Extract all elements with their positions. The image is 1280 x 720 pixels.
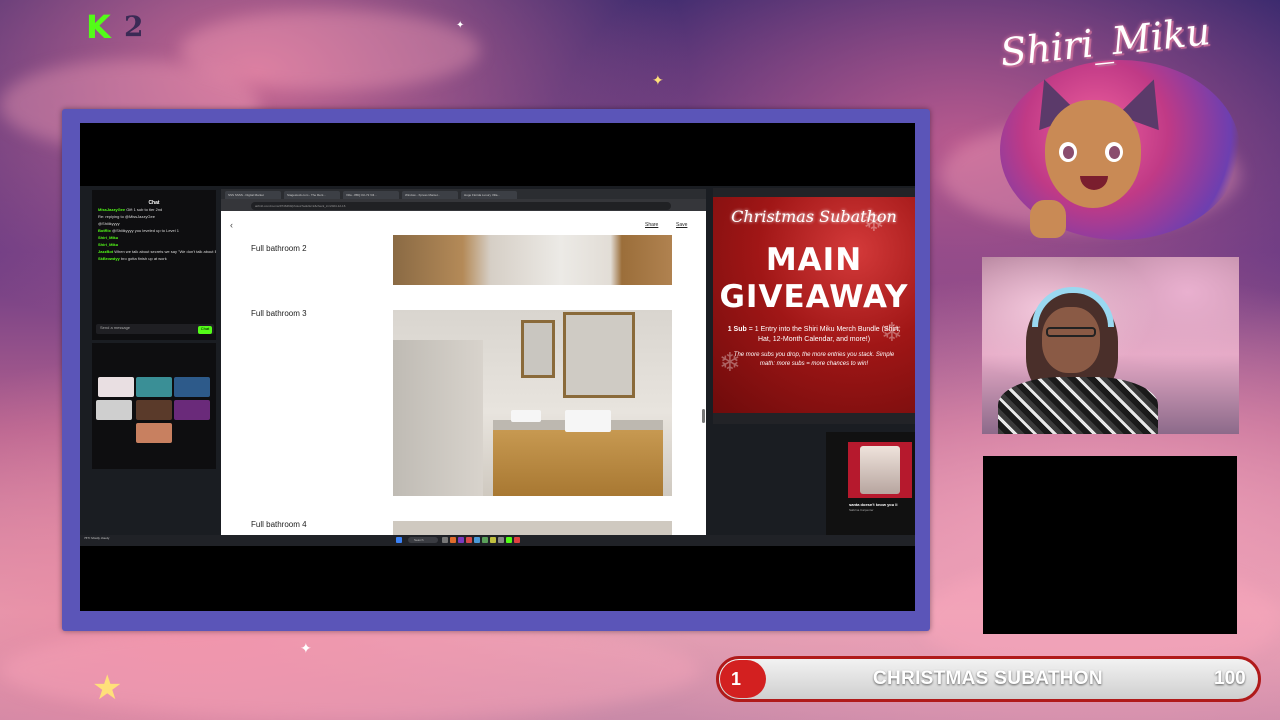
chat-username[interactable]: SkBrowdyy bbox=[98, 256, 120, 261]
chat-panel: Chat MissJazzyGee Gift 1 sub to tier 2nd… bbox=[92, 190, 216, 340]
browser-tab[interactable]: Window - Xpress Mantel... bbox=[402, 191, 458, 199]
star-icon: ✦ bbox=[652, 72, 664, 88]
save-button[interactable]: Save bbox=[676, 222, 687, 228]
chat-username[interactable]: Shiri_Miku bbox=[98, 242, 118, 247]
room-label: Full bathroom 4 bbox=[251, 520, 307, 529]
bathroom-photo[interactable] bbox=[393, 310, 672, 496]
video-thumbnails bbox=[92, 343, 216, 469]
giveaway-panel: ❄ ❄ ❄ Christmas Subathon MAIN GIVEAWAY 1… bbox=[713, 197, 915, 413]
chat-text: @Shiiikyyyy you leveled up to Level 1 bbox=[112, 228, 179, 233]
chat-message: JazzBot When we talk about secrets we sa… bbox=[92, 248, 216, 255]
chat-message: BotRix @Shiiikyyyy you leveled up to Lev… bbox=[92, 227, 216, 234]
thumbnail[interactable] bbox=[136, 423, 172, 443]
subathon-progress-fill bbox=[720, 660, 766, 698]
taskbar-weather[interactable]: 76°F Mostly cloudy bbox=[84, 536, 109, 540]
browser-tab[interactable]: Stagestock.com - The Rent... bbox=[284, 191, 340, 199]
taskbar-app-icon[interactable] bbox=[474, 537, 480, 543]
album-art[interactable] bbox=[848, 442, 912, 498]
star-icon: ★ bbox=[92, 669, 123, 707]
room-label: Full bathroom 2 bbox=[251, 244, 307, 253]
url-field[interactable]: airbnb.com/rooms/9746460/photos?adults=2… bbox=[251, 202, 671, 210]
thumbnail[interactable] bbox=[98, 377, 134, 397]
webcam-feed bbox=[982, 257, 1239, 434]
taskbar-app-icon[interactable] bbox=[450, 537, 456, 543]
giveaway-body-text: = 1 Entry into the Shiri Miku Merch Bund… bbox=[746, 326, 901, 343]
chat-message: Shiri_Miku bbox=[92, 234, 216, 241]
snowflake-icon: ❄ bbox=[863, 207, 885, 237]
taskbar-app-icon[interactable] bbox=[498, 537, 504, 543]
thumbnail[interactable] bbox=[174, 400, 210, 420]
chat-text: @Shiiikyyyy bbox=[98, 221, 120, 226]
bathroom-photo[interactable] bbox=[393, 235, 672, 285]
taskbar-app-icon[interactable] bbox=[506, 537, 512, 543]
taskbar-app-icon[interactable] bbox=[514, 537, 520, 543]
song-title: santa doesn't know you li bbox=[849, 502, 898, 507]
star-icon: ✦ bbox=[456, 20, 465, 31]
avatar-face bbox=[1045, 100, 1141, 208]
subathon-current: 1 bbox=[731, 669, 742, 689]
chat-username[interactable]: BotRix bbox=[98, 228, 111, 233]
back-arrow-icon[interactable]: ‹ bbox=[230, 220, 233, 230]
thumbnail[interactable] bbox=[136, 400, 172, 420]
cloud-decoration bbox=[180, 10, 480, 90]
chat-input[interactable]: Send a message bbox=[96, 324, 214, 334]
kick-logo: K bbox=[86, 8, 111, 46]
giveaway-body: 1 Sub = 1 Entry into the Shiri Miku Merc… bbox=[723, 325, 905, 345]
scrollbar[interactable] bbox=[702, 409, 705, 423]
taskbar-app-icon[interactable] bbox=[458, 537, 464, 543]
window-titlebar bbox=[713, 188, 915, 197]
empty-overlay-box bbox=[983, 456, 1237, 634]
giveaway-body-bold: 1 Sub bbox=[727, 326, 747, 333]
thumbnail[interactable] bbox=[174, 377, 210, 397]
channel-number: 2 bbox=[124, 10, 144, 43]
chat-username[interactable]: JazzBot bbox=[98, 249, 113, 254]
browser-tab[interactable]: SSS SSSS - Digital Market bbox=[225, 191, 281, 199]
giveaway-main-line1: MAIN bbox=[765, 242, 863, 278]
bathroom-photo[interactable] bbox=[393, 521, 672, 536]
chat-message: MissJazzyGee Gift 1 sub to tier 2nd bbox=[92, 206, 216, 213]
chat-text: Gift 1 sub to tier 2nd bbox=[126, 207, 163, 212]
taskbar-app-icon[interactable] bbox=[466, 537, 472, 543]
thumbnail[interactable] bbox=[96, 400, 132, 420]
taskbar-app-icon[interactable] bbox=[442, 537, 448, 543]
chat-title: Chat bbox=[148, 200, 160, 206]
subathon-goal: 100 bbox=[1214, 668, 1246, 689]
chat-text: bro gotta finish up at work bbox=[120, 256, 167, 261]
star-icon: ✦ bbox=[300, 640, 312, 656]
artist-name: Sabrina Carpenter bbox=[849, 508, 874, 512]
snowflake-icon: ❄ bbox=[881, 317, 903, 347]
window-statusbar bbox=[713, 413, 915, 424]
start-icon[interactable] bbox=[396, 537, 402, 543]
browser-tab[interactable]: Villa - 8BQ 0U-72 Vill... bbox=[343, 191, 399, 199]
giveaway-italic: The more subs you drop, the more entries… bbox=[733, 352, 895, 367]
avatar-hand bbox=[1030, 200, 1066, 238]
chat-text: Re: replying to @MissJazzyGee bbox=[98, 214, 155, 219]
chat-username[interactable]: Shiri_Miku bbox=[98, 235, 118, 240]
share-button[interactable]: Share bbox=[645, 222, 658, 228]
chat-text: When we talk about secrets we say "We do… bbox=[114, 249, 216, 254]
taskbar-app-icon[interactable] bbox=[490, 537, 496, 543]
room-label: Full bathroom 3 bbox=[251, 309, 307, 318]
chat-message: SkBrowdyy bro gotta finish up at work bbox=[92, 255, 216, 262]
taskbar-app-icon[interactable] bbox=[482, 537, 488, 543]
giveaway-main-line2: GIVEAWAY bbox=[719, 279, 909, 315]
chat-username[interactable]: MissJazzyGee bbox=[98, 207, 125, 212]
snowflake-icon: ❄ bbox=[719, 347, 741, 377]
subathon-title: CHRISTMAS SUBATHON bbox=[873, 668, 1103, 689]
chat-message: Shiri_Miku bbox=[92, 241, 216, 248]
browser-tab[interactable]: Huge Florida Luxury Villa... bbox=[461, 191, 517, 199]
chat-send-button[interactable]: Chat bbox=[198, 326, 212, 334]
chat-message: Re: replying to @MissJazzyGee bbox=[92, 213, 216, 220]
browser-window: SSS SSSS - Digital Market Stagestock.com … bbox=[221, 189, 706, 536]
thumbnail[interactable] bbox=[136, 377, 172, 397]
chat-message: @Shiiikyyyy bbox=[92, 220, 216, 227]
taskbar-search[interactable]: Search bbox=[408, 537, 438, 543]
